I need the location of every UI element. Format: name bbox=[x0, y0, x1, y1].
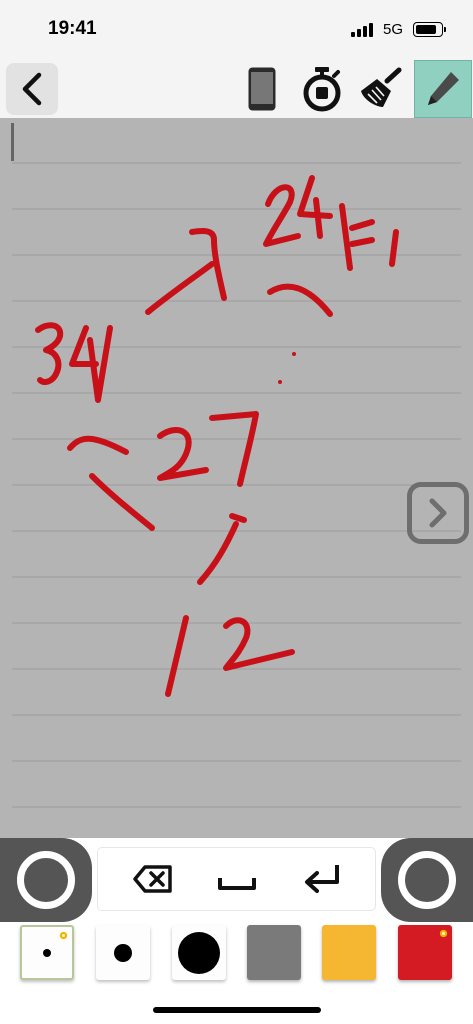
selected-badge-icon bbox=[59, 931, 68, 940]
handwriting-24-four bbox=[297, 175, 333, 239]
battery-level bbox=[416, 25, 437, 34]
dot-large-icon bbox=[178, 931, 220, 974]
handwriting-27-seven bbox=[209, 411, 259, 487]
handwriting-27 bbox=[157, 427, 209, 481]
dot-small-icon bbox=[43, 948, 51, 957]
top-toolbar bbox=[0, 60, 473, 118]
chevron-right-icon bbox=[429, 498, 447, 528]
pen-size-small[interactable] bbox=[20, 925, 74, 980]
backspace-button[interactable] bbox=[130, 856, 176, 902]
pen-icon bbox=[428, 72, 459, 105]
back-button[interactable] bbox=[6, 63, 58, 115]
pen-palette bbox=[0, 922, 473, 988]
status-time: 19:41 bbox=[48, 18, 97, 39]
enter-button[interactable] bbox=[298, 856, 344, 902]
chevron-left-icon bbox=[22, 72, 42, 106]
pen-size-medium[interactable] bbox=[96, 925, 150, 980]
enter-icon bbox=[305, 865, 339, 893]
key-bar bbox=[0, 838, 473, 922]
home-indicator bbox=[153, 1007, 321, 1013]
edit-keypad bbox=[98, 848, 375, 910]
handwriting-34 bbox=[35, 322, 64, 385]
timer-icon bbox=[303, 67, 341, 112]
stroke-i bbox=[389, 229, 399, 267]
left-ring-button[interactable] bbox=[0, 838, 92, 922]
ring-icon bbox=[398, 851, 456, 909]
handwriting-24 bbox=[263, 184, 301, 247]
network-label: 5G bbox=[382, 21, 403, 38]
clear-button[interactable] bbox=[354, 63, 406, 115]
color-orange[interactable] bbox=[322, 925, 376, 980]
handwriting-12-one bbox=[165, 615, 189, 697]
space-icon bbox=[218, 878, 256, 890]
broom-icon bbox=[361, 67, 402, 107]
backspace-icon bbox=[133, 865, 172, 893]
stroke-ya bbox=[339, 203, 375, 271]
right-ring-button[interactable] bbox=[381, 838, 473, 922]
selected-badge-icon bbox=[439, 929, 448, 938]
space-button[interactable] bbox=[214, 856, 260, 902]
stroke-arrow-up bbox=[145, 228, 227, 315]
next-page-button[interactable] bbox=[407, 482, 469, 544]
phone-icon bbox=[248, 67, 276, 111]
timer-button[interactable] bbox=[296, 63, 348, 115]
color-gray[interactable] bbox=[247, 925, 301, 980]
signal-icon bbox=[350, 22, 373, 37]
pen-mode-button[interactable] bbox=[414, 60, 472, 118]
drawing-canvas[interactable] bbox=[0, 118, 473, 838]
handwriting-12-two bbox=[223, 617, 295, 671]
dot-medium-icon bbox=[114, 943, 132, 962]
stroke-caret-left bbox=[67, 435, 129, 455]
battery-icon bbox=[413, 22, 446, 37]
status-indicators: 5G bbox=[350, 21, 446, 38]
color-red[interactable] bbox=[398, 925, 452, 980]
stroke-caret-right bbox=[267, 283, 333, 317]
stroke-diagonal-left bbox=[89, 473, 155, 531]
pen-size-large[interactable] bbox=[172, 925, 226, 980]
device-mode-button[interactable] bbox=[236, 63, 288, 115]
handwriting-strokes bbox=[35, 175, 399, 697]
handwriting-34-four bbox=[69, 325, 113, 403]
ring-icon bbox=[17, 851, 75, 909]
status-bar: 19:41 5G bbox=[0, 0, 473, 60]
stroke-diagonal-lower bbox=[197, 513, 247, 585]
